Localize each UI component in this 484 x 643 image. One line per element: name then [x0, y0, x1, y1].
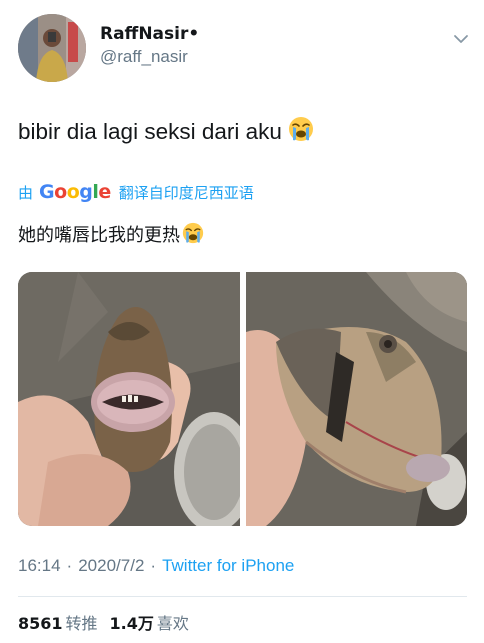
fish-lips-photo-front[interactable]	[18, 272, 240, 526]
loudly-crying-face-icon	[288, 117, 313, 141]
tweet-time[interactable]: 16:14	[18, 556, 61, 575]
translated-text: 她的嘴唇比我的更热	[18, 222, 204, 248]
chevron-down-icon[interactable]	[452, 30, 470, 48]
author-display-name[interactable]: RaffNasir•	[100, 24, 199, 44]
tweet-media	[18, 272, 467, 526]
tweet-text-body: bibir dia lagi seksi dari aku	[18, 119, 282, 144]
google-logo: Google	[39, 181, 111, 203]
author-names: RaffNasir• @raff_nasir	[100, 24, 199, 68]
tweet-header: RaffNasir• @raff_nasir	[18, 12, 470, 84]
tweet-date[interactable]: 2020/7/2	[78, 556, 144, 575]
retweets-count: 8561	[18, 614, 63, 633]
likes-label: 喜欢	[156, 614, 189, 633]
avatar[interactable]	[18, 14, 86, 82]
tweet-stats: 8561 转推 1.4万 喜欢	[18, 610, 201, 634]
translated-text-body: 她的嘴唇比我的更热	[18, 225, 180, 246]
meta-separator: ·	[150, 556, 157, 575]
author-handle[interactable]: @raff_nasir	[100, 46, 199, 68]
likes-count: 1.4万	[109, 614, 154, 633]
tweet-text: bibir dia lagi seksi dari aku	[18, 116, 314, 146]
translate-action-label: 翻译自印度尼西亚语	[118, 183, 254, 202]
meta-separator: ·	[66, 556, 73, 575]
fish-side-image	[245, 272, 467, 526]
fish-front-image	[18, 272, 240, 526]
divider	[18, 596, 467, 597]
translate-tweet-link[interactable]: 由 Google 翻译自印度尼西亚语	[18, 180, 254, 204]
loudly-crying-face-icon	[182, 222, 204, 244]
translate-by-label: 由	[18, 183, 34, 202]
tweet-meta: 16:14 · 2020/7/2 · Twitter for iPhone	[18, 556, 294, 576]
likes-stat[interactable]: 1.4万 喜欢	[110, 614, 201, 633]
retweets-stat[interactable]: 8561 转推	[18, 614, 110, 633]
user-avatar-icon	[18, 14, 86, 82]
tweet-source-link[interactable]: Twitter for iPhone	[162, 556, 294, 575]
fish-lips-photo-side[interactable]	[245, 272, 468, 526]
retweets-label: 转推	[65, 614, 98, 633]
